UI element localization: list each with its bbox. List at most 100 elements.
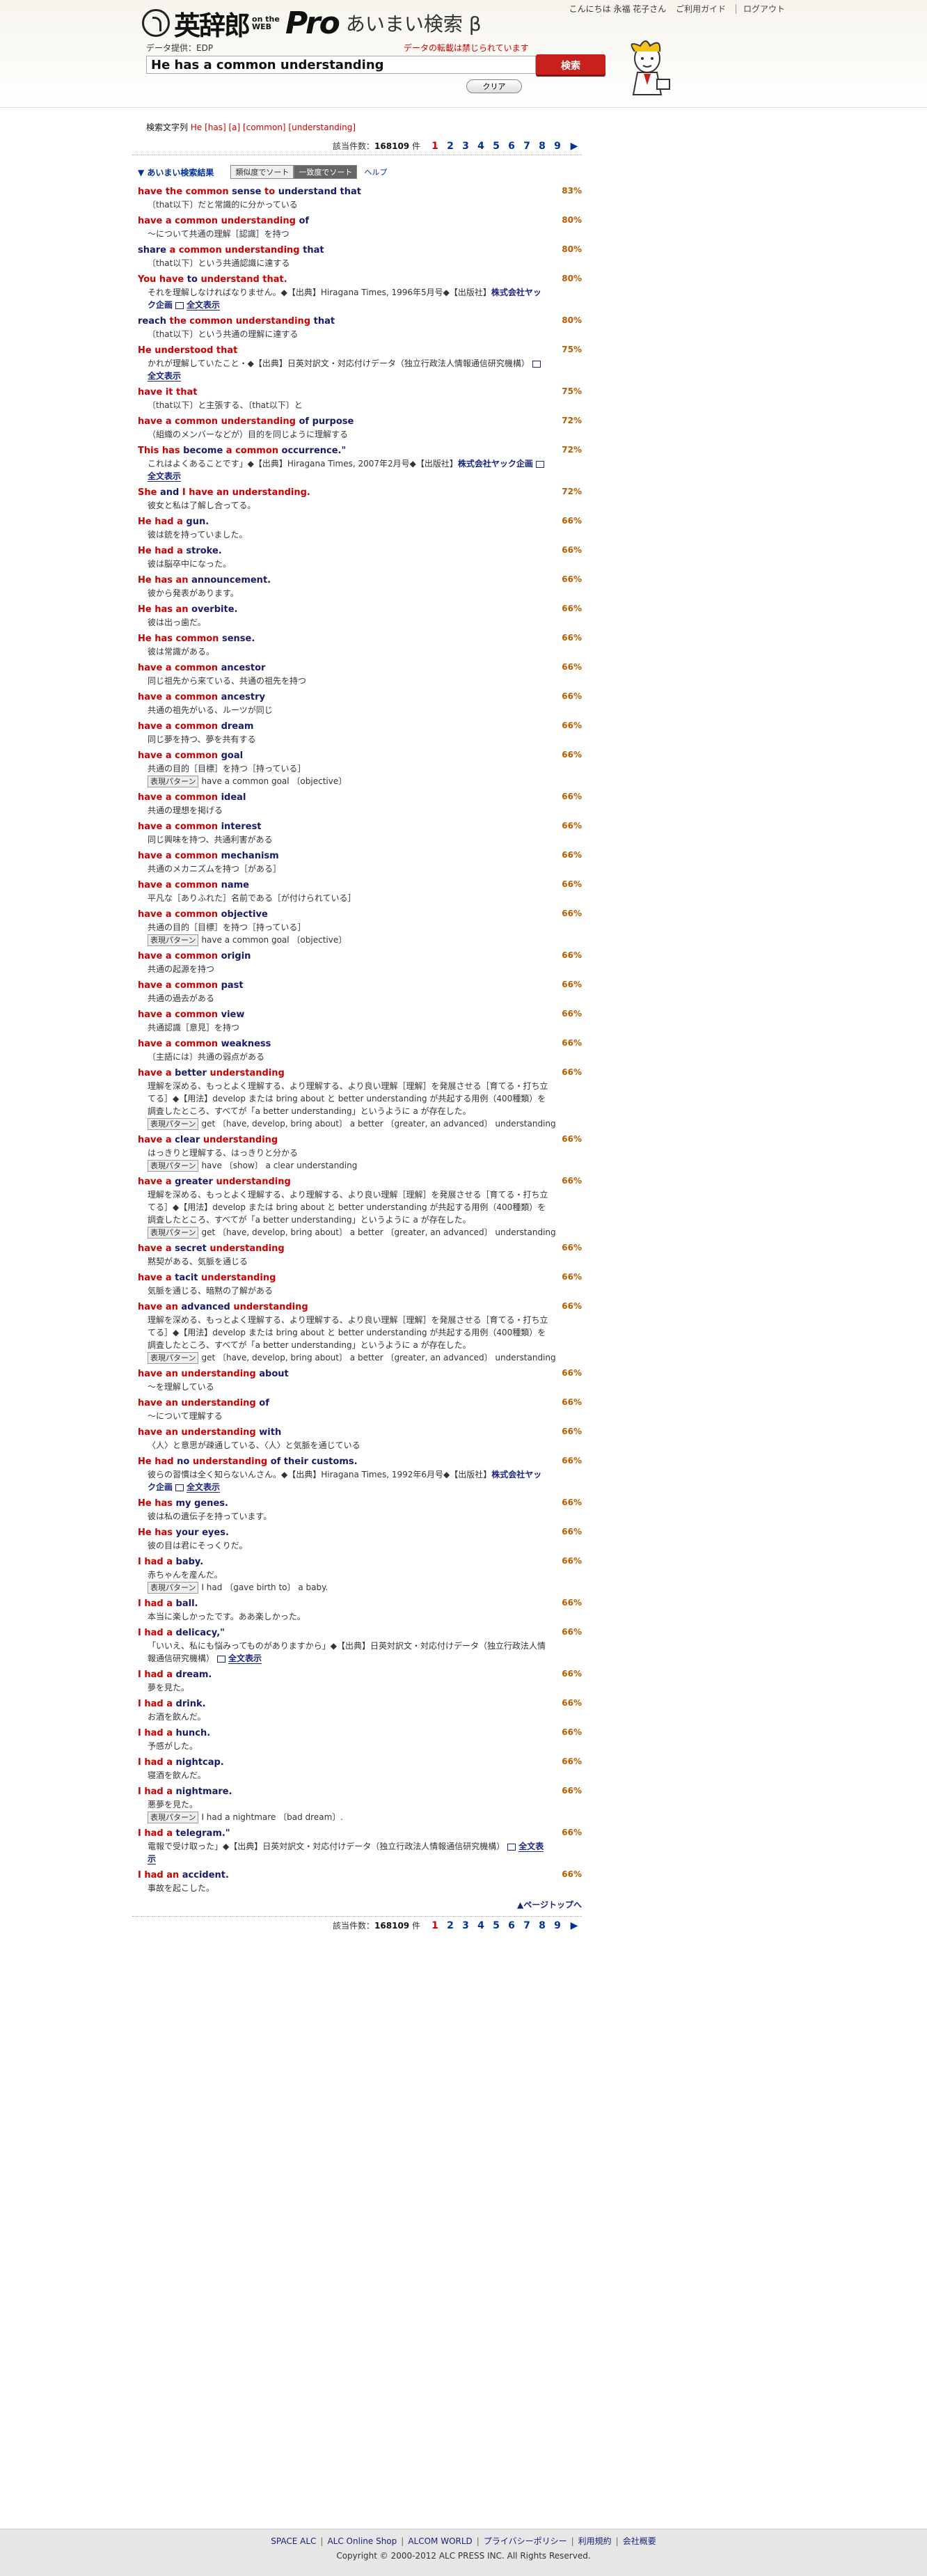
page-top-link[interactable]: ▲ページトップへ (132, 1894, 582, 1910)
page-link[interactable]: 2 (444, 1920, 457, 1931)
footer-link[interactable]: 利用規約 (578, 2536, 612, 2546)
page-link[interactable]: 6 (505, 141, 518, 152)
result-item: reach the common understanding that 80% 〔t… (138, 315, 582, 340)
page-link[interactable]: 4 (475, 141, 487, 152)
page-link[interactable]: 9 (551, 1920, 564, 1931)
result-headword[interactable]: have a common name (138, 879, 528, 892)
page-link[interactable]: 8 (536, 1920, 548, 1931)
result-headword[interactable]: have a greater understanding (138, 1176, 528, 1188)
result-headword[interactable]: He had no understanding of their customs… (138, 1456, 528, 1468)
result-headword[interactable]: reach the common understanding that (138, 315, 528, 328)
sort-match-button[interactable]: 一致度でソート (294, 165, 358, 179)
result-headword[interactable]: have a common mechanism (138, 850, 528, 863)
search-input[interactable] (146, 56, 536, 74)
result-headword[interactable]: He has your eyes. (138, 1527, 528, 1539)
result-headword[interactable]: I had a nightmare. (138, 1786, 528, 1798)
result-headword[interactable]: I had a drink. (138, 1698, 528, 1711)
result-headword[interactable]: I had a hunch. (138, 1727, 528, 1740)
full-text-link[interactable]: 全文表示 (148, 371, 182, 382)
results-toggle[interactable]: ▼ あいまい検索結果 (138, 166, 214, 178)
result-headword[interactable]: I had a ball. (138, 1598, 528, 1610)
page-link[interactable]: 6 (505, 1920, 518, 1931)
result-headword[interactable]: have a common goal (138, 750, 528, 762)
page-link[interactable]: 3 (459, 141, 472, 152)
result-headword[interactable]: share a common understanding that (138, 244, 528, 257)
headword-segment: mechanism (221, 851, 279, 861)
clear-button[interactable]: クリア (466, 79, 522, 93)
result-headword[interactable]: He has my genes. (138, 1498, 528, 1510)
footer-link[interactable]: ALCOM WORLD (408, 2536, 472, 2546)
result-headword[interactable]: He has an announcement. (138, 574, 528, 587)
result-headword[interactable]: have a secret understanding (138, 1243, 528, 1255)
search-button[interactable]: 検索 (536, 54, 605, 77)
result-headword[interactable]: have the common sense to understand that (138, 186, 528, 198)
result-headword[interactable]: have a common view (138, 1009, 528, 1021)
match-percent: 66% (562, 1009, 582, 1019)
site-logo[interactable]: 英辞郎 on the WEB Pro あいまい検索 β (142, 6, 482, 41)
result-headword[interactable]: I had a delicacy," (138, 1627, 528, 1640)
publisher-link[interactable]: 株式会社ヤック企画 (458, 459, 533, 469)
result-headword[interactable]: have an understanding of (138, 1397, 528, 1410)
result-headword[interactable]: have a common ancestry (138, 691, 528, 704)
next-page-button[interactable]: ▶ (568, 141, 580, 152)
result-headword[interactable]: This has become a common occurrence." (138, 445, 528, 457)
result-headword[interactable]: She and I have an understanding. (138, 487, 528, 499)
result-headword[interactable]: have a common understanding of (138, 215, 528, 228)
footer-link[interactable]: プライバシーポリシー (484, 2536, 567, 2546)
result-headword[interactable]: have a better understanding (138, 1067, 528, 1080)
headword-segment: understanding (216, 1177, 291, 1187)
result-headword[interactable]: He had a gun. (138, 516, 528, 528)
result-headword[interactable]: I had a dream. (138, 1669, 528, 1681)
footer-link[interactable]: SPACE ALC (271, 2536, 316, 2546)
guide-link[interactable]: ご利用ガイド (676, 4, 726, 14)
page-link[interactable]: 1 (429, 1920, 441, 1931)
page-link[interactable]: 7 (521, 141, 533, 152)
result-headword[interactable]: have a common origin (138, 950, 528, 963)
full-text-link[interactable]: 全文表示 (148, 471, 182, 482)
result-headword[interactable]: You have to understand that. (138, 274, 528, 286)
result-headword[interactable]: have a common ideal (138, 792, 528, 804)
result-headword[interactable]: He had a stroke. (138, 545, 528, 558)
footer-link[interactable]: ALC Online Shop (327, 2536, 397, 2546)
headword-segment: overbite. (191, 604, 238, 615)
result-headword[interactable]: have it that (138, 386, 528, 399)
page-link[interactable]: 7 (521, 1920, 533, 1931)
result-headword[interactable]: have a common weakness (138, 1038, 528, 1051)
result-headword[interactable]: He understood that (138, 345, 528, 357)
result-headword[interactable]: He has an overbite. (138, 604, 528, 616)
result-headword[interactable]: have a common past (138, 980, 528, 992)
help-link[interactable]: ヘルプ (364, 166, 387, 178)
next-page-button-bottom[interactable]: ▶ (568, 1920, 580, 1931)
result-headword[interactable]: have a clear understanding (138, 1134, 528, 1147)
sort-similarity-button[interactable]: 類似度でソート (230, 165, 294, 179)
result-item: have a secret understanding 66% 黙契がある、気脈を通… (138, 1243, 582, 1268)
result-headword[interactable]: have an understanding with (138, 1427, 528, 1439)
page-link[interactable]: 2 (444, 141, 457, 152)
page-link[interactable]: 3 (459, 1920, 472, 1931)
full-text-link[interactable]: 全文表示 (187, 1482, 221, 1493)
result-headword[interactable]: have a tacit understanding (138, 1272, 528, 1285)
page-link[interactable]: 4 (475, 1920, 487, 1931)
result-headword[interactable]: I had a nightcap. (138, 1757, 528, 1769)
result-headword[interactable]: have a common interest (138, 821, 528, 833)
result-headword[interactable]: have a common objective (138, 909, 528, 921)
page-link[interactable]: 5 (490, 141, 502, 152)
page-link[interactable]: 1 (429, 141, 441, 152)
result-headword[interactable]: have a common ancestor (138, 662, 528, 675)
result-headword[interactable]: have a common dream (138, 721, 528, 733)
footer-link[interactable]: 会社概要 (623, 2536, 656, 2546)
result-headword[interactable]: have an advanced understanding (138, 1301, 528, 1314)
result-headword[interactable]: have a common understanding of purpose (138, 416, 528, 428)
page-link[interactable]: 9 (551, 141, 564, 152)
result-headword[interactable]: I had a telegram." (138, 1828, 528, 1840)
result-headword[interactable]: He has common sense. (138, 633, 528, 645)
page-link[interactable]: 8 (536, 141, 548, 152)
result-headword[interactable]: have an understanding about (138, 1368, 528, 1381)
page-link[interactable]: 5 (490, 1920, 502, 1931)
result-headword[interactable]: I had an accident. (138, 1869, 528, 1882)
definition-text: 共通の祖先がいる、ルーツが同じ (148, 705, 273, 715)
result-headword[interactable]: I had a baby. (138, 1556, 528, 1569)
full-text-link[interactable]: 全文表示 (228, 1654, 262, 1664)
logout-link[interactable]: ログアウト (735, 4, 785, 14)
full-text-link[interactable]: 全文表示 (187, 300, 221, 311)
